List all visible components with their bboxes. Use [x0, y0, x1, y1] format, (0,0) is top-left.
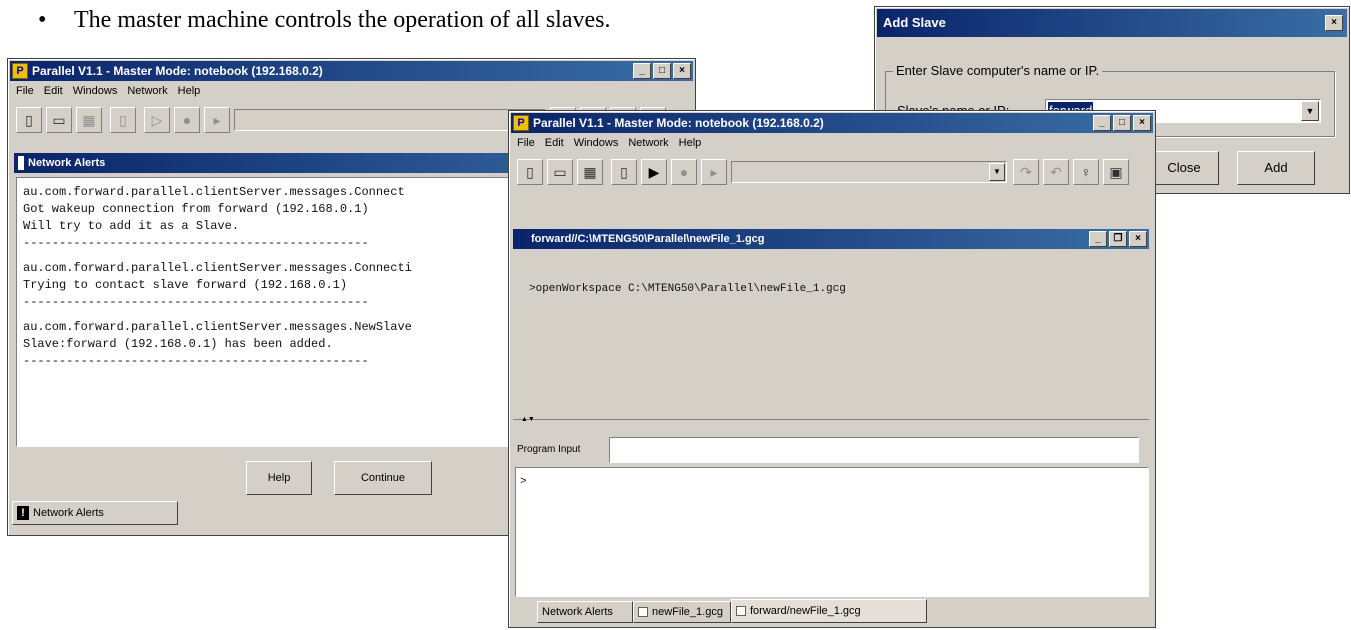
run-icon[interactable]: ▶ [641, 159, 667, 185]
tab-newfile[interactable]: newFile_1.gcg [633, 601, 731, 623]
output-prompt: > [520, 476, 527, 488]
new-file-icon[interactable]: ▯ [517, 159, 543, 185]
restore-icon[interactable]: ❐ [1109, 231, 1127, 247]
bullet-glyph: • [38, 7, 47, 33]
add-button[interactable]: Add [1237, 151, 1315, 185]
maximize-icon[interactable]: □ [653, 63, 671, 79]
window-title: Parallel V1.1 - Master Mode: notebook (1… [32, 64, 323, 78]
close-icon[interactable]: × [1133, 115, 1151, 131]
dialog-title: Add Slave [883, 15, 946, 30]
undo-icon[interactable]: ↶ [1043, 159, 1069, 185]
tab-forward-newfile[interactable]: forward/newFile_1.gcg [731, 599, 927, 623]
menu-help[interactable]: Help [679, 137, 702, 149]
slide-bullet-line: • The master machine controls the operati… [38, 4, 610, 36]
slide-text: The master machine controls the operatio… [74, 7, 611, 33]
output-pane[interactable]: > [515, 467, 1149, 597]
window-controls: _ □ × [633, 63, 691, 79]
menu-network[interactable]: Network [628, 137, 668, 149]
run-icon[interactable]: ▷ [144, 107, 170, 133]
master-window-workspace: P Parallel V1.1 - Master Mode: notebook … [508, 110, 1156, 628]
menu-file[interactable]: File [16, 85, 34, 97]
workspace-line: >openWorkspace C:\MTENG50\Parallel\newFi… [529, 283, 846, 295]
menu-windows[interactable]: Windows [574, 137, 619, 149]
close-icon[interactable]: × [1129, 231, 1147, 247]
menu-edit[interactable]: Edit [44, 85, 63, 97]
redo-icon[interactable]: ↷ [1013, 159, 1039, 185]
file-icon [638, 607, 648, 617]
parallel-app-icon: P [513, 115, 529, 131]
menu-windows[interactable]: Windows [73, 85, 118, 97]
tab-network-alerts[interactable]: Network Alerts [537, 601, 633, 623]
help-button[interactable]: Help [246, 461, 312, 495]
tab-label: forward/newFile_1.gcg [750, 605, 861, 617]
minimize-icon[interactable]: _ [1093, 115, 1111, 131]
workspace-pane: >openWorkspace C:\MTENG50\Parallel\newFi… [513, 249, 1149, 419]
tab-network-alerts[interactable]: ! Network Alerts [12, 501, 178, 525]
menu-help[interactable]: Help [178, 85, 201, 97]
open-folder-icon[interactable]: ▭ [46, 107, 72, 133]
alert-icon: ! [17, 506, 29, 520]
inner-frame-title: forward//C:\MTENG50\Parallel\newFile_1.g… [531, 233, 765, 245]
close-icon[interactable]: × [1325, 15, 1343, 31]
maximize-icon[interactable]: □ [1113, 115, 1131, 131]
command-combo[interactable]: ▼ [731, 161, 1007, 183]
alert-icon [18, 156, 24, 170]
stop-icon[interactable]: ● [671, 159, 697, 185]
title-bar: P Parallel V1.1 - Master Mode: notebook … [10, 61, 693, 81]
minimize-icon[interactable]: _ [1089, 231, 1107, 247]
toolbar: ▯ ▭ ▦ ▯ ▶ ● ▸ ▼ ↷ ↶ ♀ ▣ [511, 155, 1153, 187]
save-icon[interactable]: ▦ [577, 159, 603, 185]
step-icon[interactable]: ▸ [701, 159, 727, 185]
program-input-label: Program Input [517, 444, 581, 455]
open-folder-icon[interactable]: ▭ [547, 159, 573, 185]
tab-label: newFile_1.gcg [652, 606, 723, 618]
minimize-icon[interactable]: _ [633, 63, 651, 79]
step-icon[interactable]: ▸ [204, 107, 230, 133]
tab-label: Network Alerts [542, 606, 613, 618]
chevron-down-icon[interactable]: ▼ [1301, 101, 1319, 121]
program-input-field[interactable] [609, 437, 1139, 463]
continue-button[interactable]: Continue [334, 461, 432, 495]
dialog-title-bar: Add Slave × [877, 9, 1347, 37]
menu-file[interactable]: File [517, 137, 535, 149]
window-controls: _ □ × [1093, 115, 1151, 131]
menu-edit[interactable]: Edit [545, 137, 564, 149]
parallel-app-icon: P [12, 63, 28, 79]
menu-network[interactable]: Network [127, 85, 167, 97]
combo-arrow-icon[interactable]: ▼ [989, 163, 1005, 181]
save-icon[interactable]: ▦ [76, 107, 102, 133]
stop-icon[interactable]: ● [174, 107, 200, 133]
split-arrows-icon[interactable]: ▲▼ [521, 416, 535, 424]
command-combo[interactable]: ▼ [234, 109, 546, 131]
copy-icon[interactable]: ▯ [611, 159, 637, 185]
panel-icon[interactable]: ▣ [1103, 159, 1129, 185]
close-icon[interactable]: × [673, 63, 691, 79]
copy-icon[interactable]: ▯ [110, 107, 136, 133]
inner-frame-title-bar: forward//C:\MTENG50\Parallel\newFile_1.g… [513, 229, 1149, 249]
file-icon [736, 606, 746, 616]
pin-icon[interactable]: ♀ [1073, 159, 1099, 185]
group-label: Enter Slave computer's name or IP. [893, 63, 1103, 78]
tab-label: Network Alerts [33, 507, 104, 519]
close-button[interactable]: Close [1149, 151, 1219, 185]
alerts-title: Network Alerts [28, 157, 106, 169]
title-bar: P Parallel V1.1 - Master Mode: notebook … [511, 113, 1153, 133]
menu-bar: File Edit Windows Network Help [511, 133, 1153, 153]
inner-window-controls: _ ❐ × [1089, 231, 1147, 247]
split-divider[interactable]: ▲▼ [513, 416, 1149, 426]
window-title: Parallel V1.1 - Master Mode: notebook (1… [533, 116, 824, 130]
menu-bar: File Edit Windows Network Help [10, 81, 693, 101]
new-file-icon[interactable]: ▯ [16, 107, 42, 133]
